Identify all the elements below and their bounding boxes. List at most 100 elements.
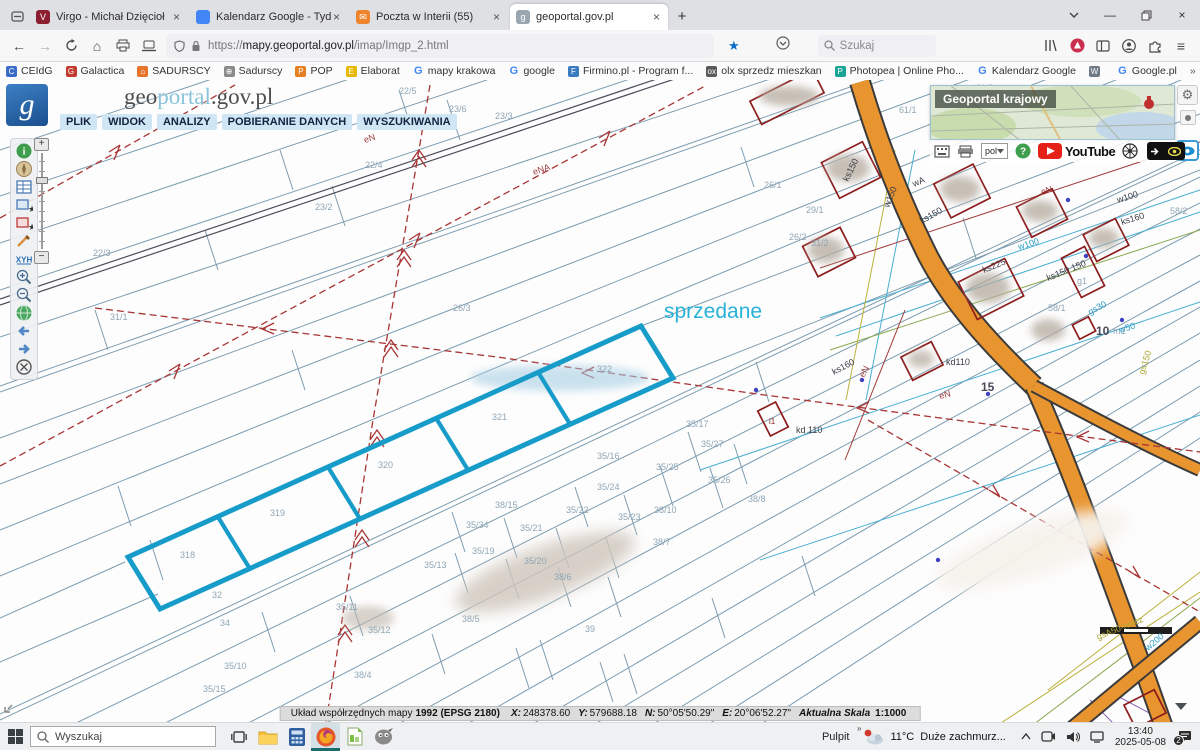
bookmark-item[interactable]: GKalendarz Google [977,65,1076,77]
home-button[interactable]: ⌂ [84,34,110,58]
firefox-taskbar-icon[interactable] [311,723,340,751]
print-icon[interactable] [110,34,136,58]
gimp-taskbar-icon[interactable] [369,723,398,751]
map-label: kd 110 [796,425,822,435]
resize-corner-icon[interactable] [3,700,17,719]
menu-pobieranie-danych[interactable]: POBIERANIE DANYCH [222,114,353,130]
menu-plik[interactable]: PLIK [60,114,97,130]
zoom-in-icon[interactable] [11,268,37,286]
bookmarks-overflow-icon[interactable]: » [1190,65,1196,77]
bookmark-item[interactable]: Ggoogle [508,65,555,77]
browser-tab[interactable]: ✉Poczta w Interii (55)× [350,4,508,30]
tab-manager-icon[interactable] [6,5,28,27]
overview-map[interactable]: Geoportal krajowy [930,85,1175,140]
bookmark-item[interactable]: GGoogle.pl [1117,65,1177,77]
tab-close-icon[interactable]: × [651,10,662,24]
bookmark-item[interactable]: EElaborat [346,65,400,77]
send-to-device-icon[interactable] [136,34,162,58]
sidebar-icon[interactable] [1090,34,1116,58]
system-tray: Pulpit» 11°C Duże zachmurz... 13:402025-… [822,723,1200,751]
overview-toggle-icon[interactable] [1180,110,1196,125]
menu-analizy[interactable]: ANALIZY [157,114,217,130]
bookmark-item[interactable]: PPhotopea | Online Pho... [835,65,964,77]
zoom-slider[interactable]: + − [34,138,52,264]
new-tab-button[interactable]: + [670,4,694,28]
tab-close-icon[interactable]: × [331,10,342,24]
volume-icon[interactable] [1066,731,1080,743]
bookmark-item[interactable]: ⌂SADURSCY [137,65,210,77]
network-icon[interactable] [1090,731,1104,743]
notification-center-icon[interactable]: 2 [1177,730,1192,743]
pocket-icon[interactable] [776,36,790,55]
bookmark-item[interactable]: W [1089,65,1104,77]
menu-wyszukiwania[interactable]: WYSZUKIWANIA [357,114,456,130]
bookmark-item[interactable]: PPOP [295,65,332,77]
wheel-icon[interactable] [1122,143,1138,159]
zoom-track[interactable] [41,153,43,249]
bookmark-label: olx sprzedz mieszkan [721,65,821,77]
forward-view-icon[interactable] [11,340,37,358]
list-tabs-icon[interactable] [1056,1,1092,29]
minimize-button[interactable]: — [1092,1,1128,29]
library-icon[interactable] [1038,34,1064,58]
close-button[interactable]: × [1164,1,1200,29]
tab-close-icon[interactable]: × [171,10,182,24]
calculator-taskbar-icon[interactable] [282,723,311,751]
start-button[interactable] [0,723,30,751]
menu-icon[interactable]: ≡ [1168,34,1194,58]
menu-widok[interactable]: WIDOK [102,114,152,130]
map-label: 58/2 [1170,206,1188,216]
tab-close-icon[interactable]: × [491,10,502,24]
globe-icon[interactable] [11,304,37,322]
bookmark-item[interactable]: ⊕Sadurscy [224,65,283,77]
desktop-toolbar-label[interactable]: Pulpit» [822,731,850,743]
coord-x: 248378.60 [523,708,570,719]
back-view-icon[interactable] [11,322,37,340]
bookmark-item[interactable]: FFirmino.pl - Program f... [568,65,693,77]
help-icon[interactable]: ? [1015,143,1031,159]
collapse-panel-icon[interactable] [1170,698,1192,714]
zoom-out-icon[interactable] [11,286,37,304]
bookmark-item[interactable]: oxolx sprzedz mieszkan [706,65,821,77]
youtube-link[interactable]: YouTube [1038,143,1115,159]
browser-tab[interactable]: VVirgo - Michał Dzięcioł× [30,4,188,30]
maximize-button[interactable] [1128,1,1164,29]
explorer-taskbar-icon[interactable] [253,723,282,751]
clear-icon[interactable] [11,358,37,376]
browser-tab[interactable]: Kalendarz Google - Tydzień, w× [190,4,348,30]
url-bar[interactable]: https://mapy.geoportal.gov.pl/imap/Imgp_… [166,34,714,58]
map-canvas[interactable]: sprzedane32232132031931822/523/623/322/4… [0,80,1200,722]
language-select[interactable]: pol [981,143,1008,159]
gear-icon[interactable]: ⚙ [1177,85,1198,105]
tray-chevron-icon[interactable] [1021,733,1031,740]
browser-tab[interactable]: ggeoportal.gov.pl× [510,4,668,30]
localc-taskbar-icon[interactable] [340,723,369,751]
taskbar-clock[interactable]: 13:402025-05-08 [1115,726,1166,748]
bookmark-item[interactable]: Gmapy krakowa [413,65,496,77]
forward-button[interactable]: → [32,34,58,58]
geoportal-logo[interactable]: g [6,84,48,126]
zoom-in-button[interactable]: + [34,138,49,151]
bookmark-star-icon[interactable]: ★ [728,38,740,54]
meet-now-icon[interactable] [1041,731,1056,742]
print-map-icon[interactable] [957,145,974,158]
search-input[interactable]: Szukaj [818,35,936,57]
taskbar-search-input[interactable]: Wyszukaj [30,726,216,747]
keyboard-icon[interactable] [934,145,950,158]
account-icon[interactable] [1116,34,1142,58]
bookmark-item[interactable]: CCEIdG [6,65,53,77]
bookmark-item[interactable]: GGalactica [66,65,125,77]
task-view-icon[interactable] [224,723,253,751]
extensions-icon[interactable] [1142,34,1168,58]
reload-button[interactable] [58,34,84,58]
map-label: 38/10 [654,505,677,515]
zoom-out-button[interactable]: − [34,251,49,264]
contrast-pill[interactable] [1145,142,1185,160]
back-button[interactable]: ← [6,34,32,58]
zoom-handle[interactable] [36,177,48,184]
map-label: 35/26 [708,475,731,485]
svg-text:?: ? [1020,147,1026,158]
language-value: pol [985,146,997,156]
weather-widget[interactable]: 11°C Duże zachmurz... [863,729,1005,745]
adblock-icon[interactable] [1064,34,1090,58]
